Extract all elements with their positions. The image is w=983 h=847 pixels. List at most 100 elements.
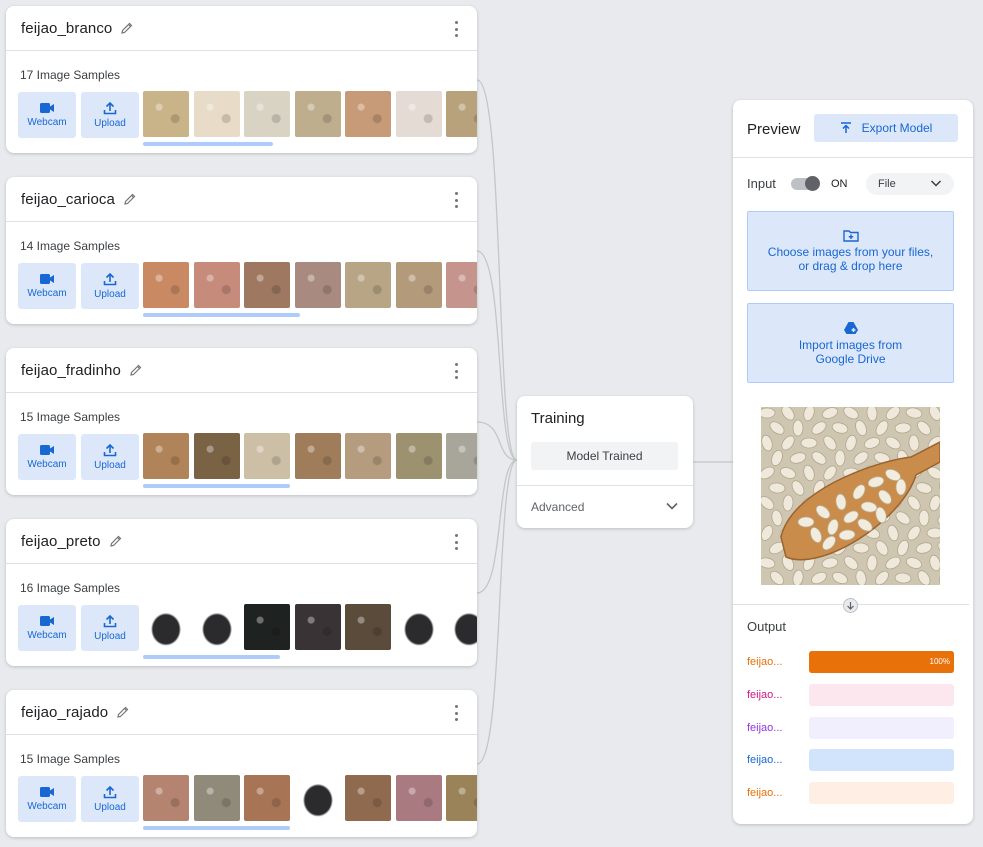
output-row: feijao... bbox=[747, 782, 954, 804]
sample-count: 16 Image Samples bbox=[20, 581, 121, 595]
sample-thumbnails[interactable] bbox=[143, 91, 477, 138]
sample-thumbnail[interactable] bbox=[244, 604, 290, 650]
sample-thumbnail[interactable] bbox=[294, 91, 341, 137]
chevron-down-icon[interactable] bbox=[665, 501, 679, 511]
sample-thumbnail[interactable] bbox=[193, 262, 240, 308]
advanced-toggle[interactable]: Advanced bbox=[531, 500, 584, 514]
output-percent: 100% bbox=[929, 657, 950, 666]
thumbnail-scrollbar[interactable] bbox=[143, 484, 290, 488]
file-drop-zone[interactable]: Choose images from your files, or drag &… bbox=[747, 211, 954, 291]
thumbnail-scrollbar[interactable] bbox=[143, 142, 273, 146]
sample-thumbnail[interactable] bbox=[294, 775, 341, 821]
sample-thumbnail[interactable] bbox=[446, 433, 477, 479]
sample-thumbnail[interactable] bbox=[345, 775, 391, 821]
sample-thumbnail[interactable] bbox=[395, 91, 442, 137]
sample-thumbnail[interactable] bbox=[446, 262, 477, 308]
webcam-button[interactable]: Webcam bbox=[18, 776, 76, 822]
upload-icon bbox=[103, 443, 117, 457]
webcam-button[interactable]: Webcam bbox=[18, 605, 76, 651]
upload-button[interactable]: Upload bbox=[81, 263, 139, 309]
input-toggle-knob[interactable] bbox=[805, 176, 820, 191]
sample-thumbnail[interactable] bbox=[193, 604, 240, 650]
beans-spoon-image bbox=[761, 407, 940, 585]
thumbnail-scrollbar[interactable] bbox=[143, 826, 290, 830]
sample-thumbnail[interactable] bbox=[294, 262, 341, 308]
google-drive-import[interactable]: Import images from Google Drive bbox=[747, 303, 954, 383]
edit-pencil-icon[interactable] bbox=[116, 705, 130, 719]
edit-pencil-icon[interactable] bbox=[109, 534, 123, 548]
more-options-icon[interactable] bbox=[455, 192, 459, 208]
upload-button[interactable]: Upload bbox=[81, 434, 139, 480]
thumbnail-scrollbar[interactable] bbox=[143, 655, 280, 659]
webcam-button[interactable]: Webcam bbox=[18, 434, 76, 480]
sample-thumbnail[interactable] bbox=[395, 775, 442, 821]
sample-thumbnails[interactable] bbox=[143, 775, 477, 822]
sample-thumbnail[interactable] bbox=[244, 91, 290, 137]
sample-thumbnail[interactable] bbox=[395, 604, 442, 650]
file-drop-line1: Choose images from your files, bbox=[767, 245, 934, 259]
sample-thumbnail[interactable] bbox=[294, 604, 341, 650]
webcam-label: Webcam bbox=[27, 630, 67, 641]
class-name[interactable]: feijao_rajado bbox=[21, 704, 108, 721]
sample-thumbnail[interactable] bbox=[193, 433, 240, 479]
sample-thumbnail[interactable] bbox=[143, 262, 189, 308]
input-source-select[interactable]: File bbox=[866, 173, 954, 195]
webcam-button[interactable]: Webcam bbox=[18, 92, 76, 138]
class-card-header: feijao_preto bbox=[6, 519, 477, 564]
sample-thumbnail[interactable] bbox=[244, 775, 290, 821]
sample-thumbnail[interactable] bbox=[446, 775, 477, 821]
output-class-name: feijao... bbox=[747, 787, 783, 799]
edit-pencil-icon[interactable] bbox=[120, 21, 134, 35]
sample-thumbnail[interactable] bbox=[395, 433, 442, 479]
file-drop-line2: or drag & drop here bbox=[798, 259, 903, 273]
more-options-icon[interactable] bbox=[455, 705, 459, 721]
sample-thumbnail[interactable] bbox=[345, 262, 391, 308]
output-row: feijao... bbox=[747, 749, 954, 771]
sample-thumbnail[interactable] bbox=[193, 91, 240, 137]
export-upload-icon bbox=[840, 122, 851, 133]
more-options-icon[interactable] bbox=[455, 363, 459, 379]
sample-thumbnail[interactable] bbox=[193, 775, 240, 821]
webcam-button[interactable]: Webcam bbox=[18, 263, 76, 309]
sample-thumbnail[interactable] bbox=[345, 433, 391, 479]
sample-thumbnail[interactable] bbox=[345, 604, 391, 650]
upload-label: Upload bbox=[94, 802, 126, 813]
class-name[interactable]: feijao_preto bbox=[21, 533, 101, 550]
sample-thumbnail[interactable] bbox=[143, 433, 189, 479]
output-confidence-bar bbox=[809, 684, 954, 706]
sample-thumbnail[interactable] bbox=[143, 775, 189, 821]
output-label: Output bbox=[747, 619, 787, 634]
folder-add-icon bbox=[842, 230, 859, 242]
sample-thumbnail[interactable] bbox=[294, 433, 341, 479]
sample-thumbnail[interactable] bbox=[395, 262, 442, 308]
upload-label: Upload bbox=[94, 460, 126, 471]
class-card-header: feijao_rajado bbox=[6, 690, 477, 735]
upload-button[interactable]: Upload bbox=[81, 605, 139, 651]
class-name[interactable]: feijao_fradinho bbox=[21, 362, 121, 379]
export-model-button[interactable]: Export Model bbox=[814, 114, 958, 142]
sample-thumbnail[interactable] bbox=[446, 91, 477, 137]
class-name[interactable]: feijao_branco bbox=[21, 20, 112, 37]
class-name[interactable]: feijao_carioca bbox=[21, 191, 115, 208]
sample-thumbnail[interactable] bbox=[244, 433, 290, 479]
sample-thumbnails[interactable] bbox=[143, 433, 477, 480]
sample-count: 15 Image Samples bbox=[20, 410, 121, 424]
webcam-icon bbox=[40, 445, 54, 455]
sample-thumbnails[interactable] bbox=[143, 262, 477, 309]
sample-thumbnails[interactable] bbox=[143, 604, 477, 651]
edit-pencil-icon[interactable] bbox=[129, 363, 143, 377]
sample-thumbnail[interactable] bbox=[345, 91, 391, 137]
sample-thumbnail[interactable] bbox=[143, 91, 189, 137]
sample-thumbnail[interactable] bbox=[143, 604, 189, 650]
more-options-icon[interactable] bbox=[455, 534, 459, 550]
sample-thumbnail[interactable] bbox=[244, 262, 290, 308]
class-card-header: feijao_fradinho bbox=[6, 348, 477, 393]
model-trained-button[interactable]: Model Trained bbox=[531, 442, 678, 470]
upload-button[interactable]: Upload bbox=[81, 776, 139, 822]
webcam-label: Webcam bbox=[27, 288, 67, 299]
edit-pencil-icon[interactable] bbox=[123, 192, 137, 206]
upload-button[interactable]: Upload bbox=[81, 92, 139, 138]
more-options-icon[interactable] bbox=[455, 21, 459, 37]
thumbnail-scrollbar[interactable] bbox=[143, 313, 300, 317]
sample-thumbnail[interactable] bbox=[446, 604, 477, 650]
